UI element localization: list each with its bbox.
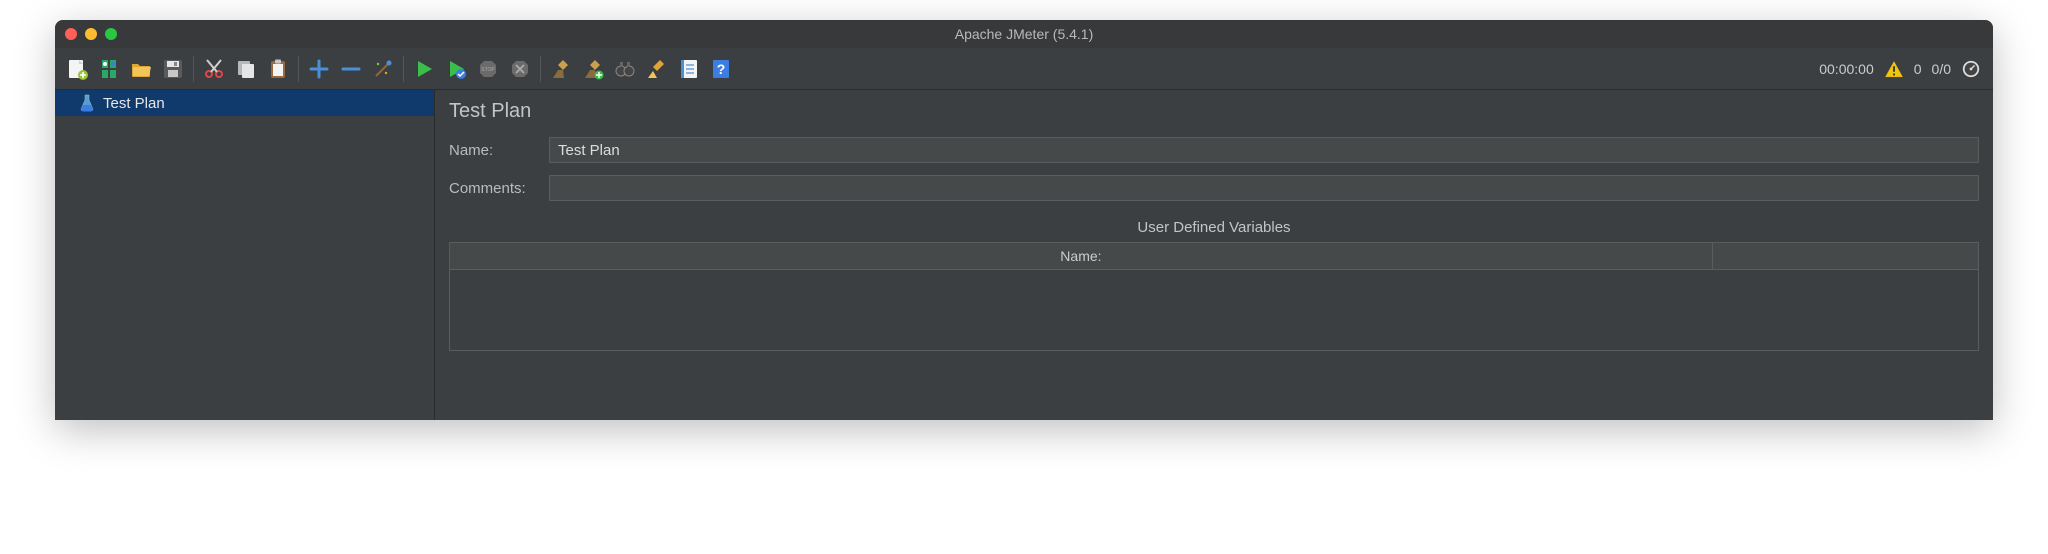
window-title: Apache JMeter (5.4.1)	[55, 26, 1993, 42]
collapse-button[interactable]	[336, 54, 366, 84]
broom-all-icon	[582, 58, 604, 80]
broom-yellow-icon	[646, 58, 668, 80]
comments-label: Comments:	[449, 180, 549, 197]
vars-section-title: User Defined Variables	[449, 219, 1979, 236]
vars-table: Name:	[449, 242, 1979, 351]
expand-button[interactable]	[304, 54, 334, 84]
play-no-pause-icon	[445, 58, 467, 80]
status-bar: 00:00:00 0 0/0	[1819, 59, 1987, 79]
error-count: 0	[1914, 61, 1922, 77]
gauge-icon[interactable]	[1961, 59, 1981, 79]
app-window: Apache JMeter (5.4.1)	[55, 20, 1993, 420]
function-helper-button[interactable]	[674, 54, 704, 84]
cut-button[interactable]	[199, 54, 229, 84]
toggle-button[interactable]	[368, 54, 398, 84]
start-button[interactable]	[409, 54, 439, 84]
help-icon: ?	[710, 58, 732, 80]
shutdown-icon	[509, 58, 531, 80]
warning-icon[interactable]	[1884, 59, 1904, 79]
templates-icon	[98, 58, 120, 80]
thread-count: 0/0	[1932, 61, 1951, 77]
folder-open-icon	[130, 58, 152, 80]
copy-button[interactable]	[231, 54, 261, 84]
help-button[interactable]: ?	[706, 54, 736, 84]
flask-icon	[79, 94, 95, 112]
name-input[interactable]	[549, 137, 1979, 163]
comments-input[interactable]	[549, 175, 1979, 201]
stop-icon: STOP	[477, 58, 499, 80]
traffic-minimize-button[interactable]	[85, 28, 97, 40]
traffic-maximize-button[interactable]	[105, 28, 117, 40]
tree-item-label: Test Plan	[103, 95, 165, 112]
vars-table-body[interactable]	[450, 270, 1978, 350]
wand-icon	[372, 58, 394, 80]
elapsed-time: 00:00:00	[1819, 61, 1874, 77]
stop-button[interactable]: STOP	[473, 54, 503, 84]
start-no-pauses-button[interactable]	[441, 54, 471, 84]
shutdown-button[interactable]	[505, 54, 535, 84]
save-icon	[162, 58, 184, 80]
reset-search-button[interactable]	[642, 54, 672, 84]
search-button[interactable]	[610, 54, 640, 84]
clear-button[interactable]	[546, 54, 576, 84]
traffic-close-button[interactable]	[65, 28, 77, 40]
editor-panel: Test Plan Name: Comments: User Defined V…	[435, 90, 1993, 420]
test-tree[interactable]: Test Plan	[55, 90, 435, 420]
play-icon	[413, 58, 435, 80]
binoculars-icon	[614, 58, 636, 80]
toolbar: STOP	[55, 48, 1993, 90]
minus-icon	[340, 58, 362, 80]
name-label: Name:	[449, 142, 549, 159]
save-button[interactable]	[158, 54, 188, 84]
tree-item-test-plan[interactable]: Test Plan	[55, 90, 434, 116]
open-button[interactable]	[126, 54, 156, 84]
vars-col-name: Name:	[450, 243, 1713, 269]
plus-icon	[308, 58, 330, 80]
broom-icon	[550, 58, 572, 80]
new-file-icon	[66, 58, 88, 80]
templates-button[interactable]	[94, 54, 124, 84]
svg-text:?: ?	[717, 61, 726, 77]
panel-heading: Test Plan	[449, 100, 1979, 123]
svg-text:STOP: STOP	[481, 67, 495, 73]
notebook-icon	[678, 58, 700, 80]
titlebar: Apache JMeter (5.4.1)	[55, 20, 1993, 48]
scissors-icon	[203, 58, 225, 80]
paste-button[interactable]	[263, 54, 293, 84]
clipboard-icon	[267, 58, 289, 80]
clear-all-button[interactable]	[578, 54, 608, 84]
copy-icon	[235, 58, 257, 80]
new-button[interactable]	[62, 54, 92, 84]
vars-col-value	[1713, 243, 1978, 269]
